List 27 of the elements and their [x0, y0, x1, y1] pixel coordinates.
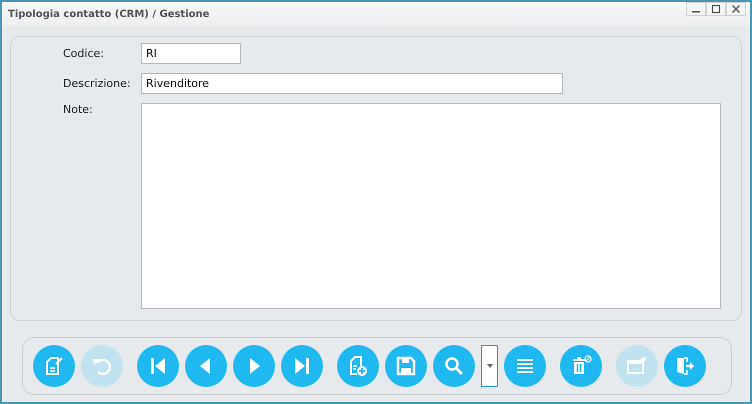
delete-button[interactable]	[560, 345, 602, 387]
close-button[interactable]	[726, 2, 746, 16]
save-icon	[394, 354, 418, 378]
field-label: Codice:	[62, 47, 105, 60]
input-field[interactable]: RI	[141, 43, 241, 64]
close-icon	[731, 4, 741, 14]
dropdown-button[interactable]	[481, 345, 498, 387]
maximize-icon	[711, 4, 721, 14]
field-label: Note:	[62, 103, 94, 116]
window-title: Tipologia contatto (CRM) / Gestione	[8, 8, 210, 20]
first-record-button[interactable]	[137, 345, 179, 387]
save-button[interactable]	[385, 345, 427, 387]
maximize-button[interactable]	[706, 2, 726, 16]
field-label: Descrizione:	[62, 77, 132, 90]
previous-button[interactable]	[185, 345, 227, 387]
minimize-button[interactable]	[686, 2, 706, 16]
exit-button[interactable]	[664, 345, 706, 387]
caret-icon	[486, 364, 492, 368]
notes-field[interactable]	[141, 103, 721, 309]
new-button[interactable]	[337, 345, 379, 387]
next-button[interactable]	[233, 345, 275, 387]
input-field[interactable]: Rivenditore	[141, 73, 563, 94]
search-button[interactable]	[433, 345, 475, 387]
minimize-icon	[692, 11, 700, 13]
edit-button[interactable]	[33, 345, 75, 387]
last-record-button[interactable]	[281, 345, 323, 387]
list-button[interactable]	[504, 345, 546, 387]
